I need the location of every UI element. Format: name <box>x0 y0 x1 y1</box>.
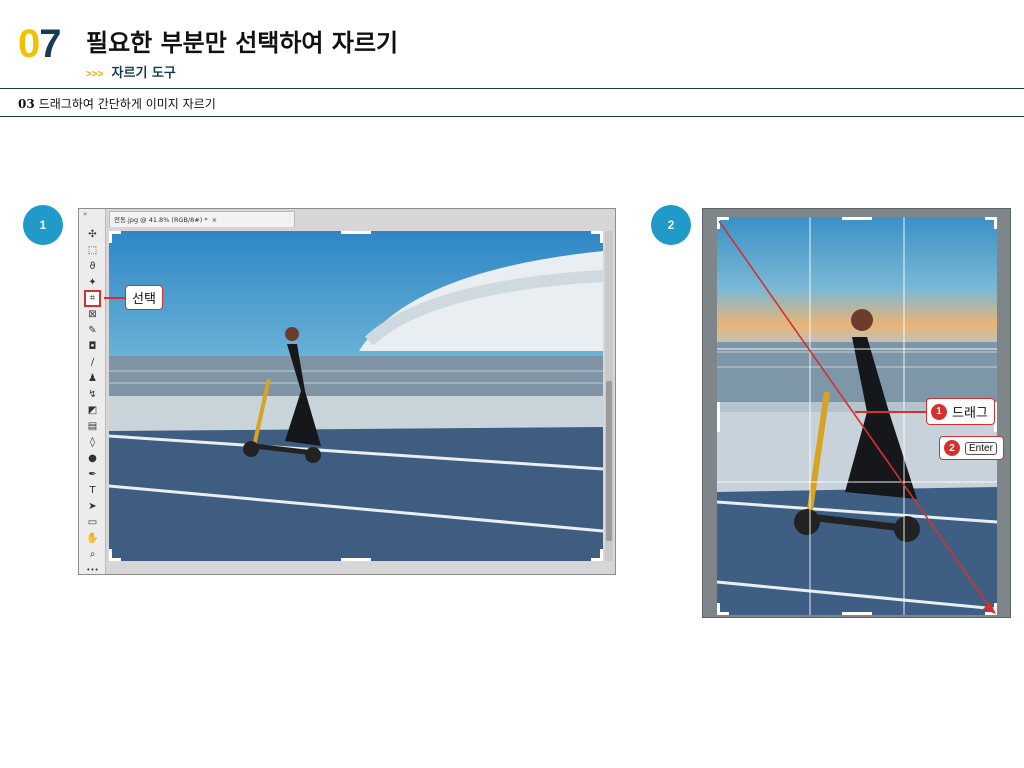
divider-top <box>0 88 1024 89</box>
zoom-tool-icon[interactable]: ⌕ <box>86 548 99 561</box>
panel-grip-icon[interactable]: » <box>83 210 87 218</box>
photoshop-window: » ✣ ⬚ ϑ ✦ ⌗ ⊠ ✎ ◘ ∕ ♟ ↯ ◩ ▤ ◊ ● ✒ T ➤ ▭ ✋ ⌕ ••• 전동.jpg @ 41.8… <box>78 208 616 575</box>
marquee-tool-icon[interactable]: ⬚ <box>86 244 99 257</box>
chapter-number: 07 <box>18 22 62 66</box>
step-badge-2: 2 <box>651 205 691 245</box>
tab-close-icon[interactable]: × <box>212 216 217 224</box>
drag-callout: 1 드래그 <box>926 398 995 425</box>
page-subtitle: >>> 자르기 도구 <box>86 62 176 81</box>
drag-callout-label: 드래그 <box>952 406 988 421</box>
blur-icon[interactable]: ◊ <box>86 436 99 449</box>
subtitle-text: 자르기 도구 <box>111 66 176 81</box>
shape-tool-icon[interactable]: ▭ <box>86 516 99 529</box>
enter-key-icon: Enter <box>965 441 997 455</box>
dodge-icon[interactable]: ● <box>86 452 99 465</box>
healing-brush-icon[interactable]: ◘ <box>86 340 99 353</box>
document-tab[interactable]: 전동.jpg @ 41.8% (RGB/8#) * × <box>109 211 295 227</box>
enter-step-number: 2 <box>944 440 960 456</box>
select-callout: 선택 <box>125 285 163 310</box>
eraser-icon[interactable]: ◩ <box>86 404 99 417</box>
frame-tool-icon[interactable]: ⊠ <box>86 308 99 321</box>
subtitle-arrows: >>> <box>86 69 104 80</box>
lasso-tool-icon[interactable]: ϑ <box>86 260 99 273</box>
crop-tool-icon[interactable]: ⌗ <box>84 290 101 307</box>
pen-tool-icon[interactable]: ✒ <box>86 468 99 481</box>
drag-step-number: 1 <box>931 403 947 420</box>
section-heading: 03 드래그하여 간단하게 이미지 자르기 <box>18 95 216 112</box>
drag-callout-line <box>855 411 927 413</box>
more-tools-icon[interactable]: ••• <box>86 564 99 577</box>
type-tool-icon[interactable]: T <box>86 484 99 497</box>
tools-panel: » ✣ ⬚ ϑ ✦ ⌗ ⊠ ✎ ◘ ∕ ♟ ↯ ◩ ▤ ◊ ● ✒ T ➤ ▭ ✋ ⌕ ••• <box>79 209 106 574</box>
move-tool-icon[interactable]: ✣ <box>86 228 99 241</box>
step-badge-1: 1 <box>23 205 63 245</box>
stamp-tool-icon[interactable]: ♟ <box>86 372 99 385</box>
chapter-digit-zero: 0 <box>18 22 40 66</box>
image-canvas[interactable] <box>109 231 603 561</box>
scrollbar-thumb[interactable] <box>606 381 612 541</box>
page-title: 필요한 부분만 선택하여 자르기 <box>86 29 399 57</box>
chapter-digit-seven: 7 <box>39 22 61 66</box>
section-title: 드래그하여 간단하게 이미지 자르기 <box>38 97 216 111</box>
section-number: 03 <box>18 97 35 111</box>
divider-bottom <box>0 116 1024 117</box>
history-brush-icon[interactable]: ↯ <box>86 388 99 401</box>
enter-callout: 2 Enter <box>939 436 1004 460</box>
gradient-icon[interactable]: ▤ <box>86 420 99 433</box>
magic-wand-icon[interactable]: ✦ <box>86 276 99 289</box>
vertical-scrollbar[interactable] <box>605 231 613 561</box>
brush-tool-icon[interactable]: ∕ <box>86 356 99 369</box>
select-callout-line <box>104 297 126 299</box>
path-select-icon[interactable]: ➤ <box>86 500 99 513</box>
hand-tool-icon[interactable]: ✋ <box>86 532 99 545</box>
scooter-photo <box>109 231 603 561</box>
eyedropper-icon[interactable]: ✎ <box>86 324 99 337</box>
document-tab-label: 전동.jpg @ 41.8% (RGB/8#) * <box>114 216 208 224</box>
